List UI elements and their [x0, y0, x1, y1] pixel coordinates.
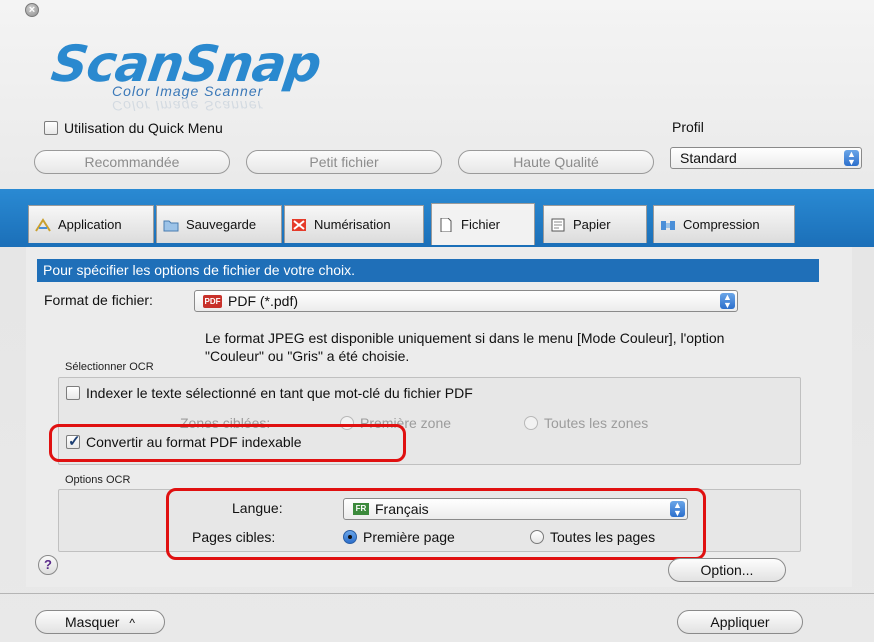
close-icon: × — [28, 4, 36, 16]
tab-compression[interactable]: Compression — [653, 205, 795, 243]
quick-menu-label: Utilisation du Quick Menu — [64, 120, 223, 136]
scan-icon — [291, 218, 307, 232]
ocr-select-group-label: Sélectionner OCR — [65, 361, 154, 373]
tab-label: Papier — [573, 217, 611, 232]
index-keyword-checkbox-box[interactable] — [66, 386, 80, 400]
appliquer-button[interactable]: Appliquer — [677, 610, 803, 634]
convert-highlight-annotation — [49, 424, 406, 462]
quick-menu-checkbox[interactable]: Utilisation du Quick Menu — [44, 120, 223, 136]
tab-fichier[interactable]: Fichier — [431, 203, 535, 245]
file-format-value: PDF (*.pdf) — [228, 293, 299, 309]
zone-all-radio[interactable]: Toutes les zones — [524, 415, 648, 431]
close-window-button[interactable]: × — [25, 3, 39, 17]
scansnap-logo: ScanSnap Color Image Scanner Color Image… — [48, 35, 432, 114]
zone-all-label: Toutes les zones — [544, 415, 649, 431]
file-format-select[interactable]: PDF PDF (*.pdf) ▲ ▼ — [194, 290, 738, 312]
tab-papier[interactable]: Papier — [543, 205, 647, 243]
chevron-up-icon: ^ — [129, 616, 135, 630]
preset-recommended-button[interactable]: Recommandée — [34, 150, 230, 174]
masquer-button[interactable]: Masquer ^ — [35, 610, 165, 634]
help-icon: ? — [44, 557, 52, 572]
preset-small-file-button[interactable]: Petit fichier — [246, 150, 442, 174]
preset-high-quality-button[interactable]: Haute Qualité — [458, 150, 654, 174]
file-format-label: Format de fichier: — [44, 292, 153, 308]
tab-label: Sauvegarde — [186, 217, 257, 232]
zone-all-radio-button[interactable] — [524, 416, 538, 430]
section-header: Pour spécifier les options de fichier de… — [37, 259, 819, 282]
profile-value: Standard — [680, 150, 737, 166]
tab-application[interactable]: Application — [28, 205, 154, 243]
tab-label: Fichier — [461, 217, 501, 232]
file-icon — [438, 217, 454, 232]
ocr-options-highlight-annotation — [166, 488, 706, 560]
profile-label: Profil — [672, 119, 704, 135]
bottom-separator — [0, 593, 874, 594]
folder-icon — [163, 218, 179, 232]
ocr-options-group-label: Options OCR — [65, 474, 131, 486]
profile-select[interactable]: Standard ▲ ▼ — [670, 147, 862, 169]
option-button[interactable]: Option... — [668, 558, 786, 582]
index-keyword-label: Indexer le texte sélectionné en tant que… — [86, 385, 473, 401]
help-button[interactable]: ? — [38, 555, 58, 575]
select-arrows-icon: ▲ ▼ — [720, 293, 735, 310]
quick-menu-checkbox-box[interactable] — [44, 121, 58, 135]
compression-icon — [660, 218, 676, 232]
tab-label: Application — [58, 217, 122, 232]
paper-icon — [550, 218, 566, 232]
select-arrows-icon: ▲ ▼ — [844, 150, 859, 167]
logo-tagline: Color Image Scanner — [112, 83, 264, 99]
masquer-label: Masquer — [65, 614, 120, 630]
tab-sauvegarde[interactable]: Sauvegarde — [156, 205, 282, 243]
scansnap-settings-window: × ScanSnap Color Image Scanner Color Ima… — [0, 0, 874, 642]
index-keyword-checkbox[interactable]: Indexer le texte sélectionné en tant que… — [66, 385, 473, 401]
jpeg-note: Le format JPEG est disponible uniquement… — [205, 330, 725, 364]
pdf-icon: PDF — [203, 295, 222, 308]
tab-label: Compression — [683, 217, 760, 232]
logo-reflection: Color Image Scanner — [112, 98, 264, 114]
application-icon — [35, 217, 51, 232]
tab-numerisation[interactable]: Numérisation — [284, 205, 424, 243]
tab-label: Numérisation — [314, 217, 391, 232]
